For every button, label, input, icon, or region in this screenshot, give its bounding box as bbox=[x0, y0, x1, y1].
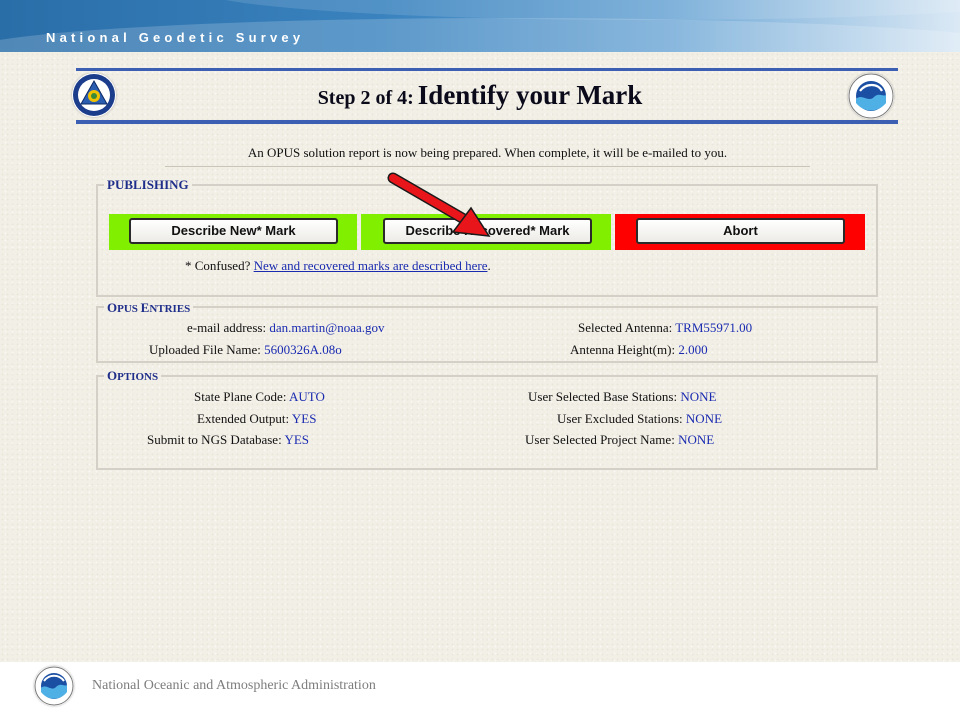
red-arrow-icon bbox=[387, 172, 491, 237]
file-label: Uploaded File Name: bbox=[149, 342, 261, 357]
header-rule-bottom bbox=[76, 120, 898, 124]
legend-initial: O bbox=[107, 368, 118, 383]
file-row: Uploaded File Name: 5600326A.08o bbox=[149, 342, 342, 358]
extended-output-label: Extended Output: bbox=[197, 411, 290, 426]
project-name-label: User Selected Project Name: bbox=[525, 432, 675, 447]
top-banner: National Geodetic Survey bbox=[0, 0, 960, 52]
project-name-value: NONE bbox=[678, 432, 715, 447]
email-row: e-mail address: dan.martin@noaa.gov bbox=[187, 320, 385, 336]
publishing-legend: PUBLISHING bbox=[104, 177, 192, 193]
state-plane-value: AUTO bbox=[288, 389, 325, 404]
height-label: Antenna Height(m): bbox=[570, 342, 676, 357]
legend-initial: O bbox=[107, 300, 118, 315]
extended-output-row: Extended Output: YES bbox=[197, 411, 316, 427]
email-value: dan.martin@noaa.gov bbox=[269, 320, 385, 335]
abort-button[interactable]: Abort bbox=[636, 218, 845, 244]
email-label: e-mail address: bbox=[187, 320, 267, 335]
project-name-row: User Selected Project Name: NONE bbox=[525, 432, 714, 448]
excluded-stations-value: NONE bbox=[685, 411, 723, 426]
marks-description-link[interactable]: New and recovered marks are described he… bbox=[254, 258, 488, 273]
legend-rest: PUS bbox=[117, 303, 141, 315]
opus-entries-legend: OPUS ENTRIES bbox=[104, 300, 194, 316]
banner-wave bbox=[200, 0, 960, 20]
noaa-logo-icon bbox=[34, 666, 74, 706]
confused-prefix: * Confused? bbox=[185, 258, 251, 273]
base-stations-value: NONE bbox=[680, 389, 717, 404]
base-stations-label: User Selected Base Stations: bbox=[528, 389, 678, 404]
confused-help: * Confused? New and recovered marks are … bbox=[185, 258, 491, 274]
base-stations-row: User Selected Base Stations: NONE bbox=[528, 389, 716, 405]
confused-suffix: . bbox=[487, 258, 491, 273]
file-value: 5600326A.08o bbox=[264, 342, 342, 357]
excluded-stations-row: User Excluded Stations: NONE bbox=[557, 411, 722, 427]
ngs-database-row: Submit to NGS Database: YES bbox=[147, 432, 309, 448]
step-indicator: Step 2 of 4: bbox=[317, 87, 414, 109]
notice-text: An OPUS solution report is now being pre… bbox=[247, 145, 728, 160]
notice-divider bbox=[165, 166, 810, 167]
legend-rest: NTRIES bbox=[149, 303, 191, 315]
height-row: Antenna Height(m): 2.000 bbox=[570, 342, 708, 358]
ngs-database-value: YES bbox=[284, 432, 310, 447]
excluded-stations-label: User Excluded Stations: bbox=[557, 411, 683, 426]
footer-text: National Oceanic and Atmospheric Adminis… bbox=[92, 678, 376, 693]
legend-rest: PTIONS bbox=[117, 371, 159, 383]
antenna-value: TRM55971.00 bbox=[675, 320, 753, 335]
height-value: 2.000 bbox=[678, 342, 708, 357]
page-title-text: Identify your Mark bbox=[417, 80, 643, 110]
header-rule-top bbox=[76, 68, 898, 71]
page-title: Step 2 of 4: Identify your Mark bbox=[0, 80, 960, 111]
antenna-label: Selected Antenna: bbox=[578, 320, 673, 335]
antenna-row: Selected Antenna: TRM55971.00 bbox=[578, 320, 752, 336]
ngs-database-label: Submit to NGS Database: bbox=[147, 432, 282, 447]
options-legend: OPTIONS bbox=[104, 368, 162, 384]
state-plane-row: State Plane Code: AUTO bbox=[194, 389, 325, 405]
banner-title: National Geodetic Survey bbox=[46, 30, 305, 45]
state-plane-label: State Plane Code: bbox=[194, 389, 287, 404]
extended-output-value: YES bbox=[291, 411, 317, 426]
describe-new-mark-button[interactable]: Describe New* Mark bbox=[129, 218, 338, 244]
